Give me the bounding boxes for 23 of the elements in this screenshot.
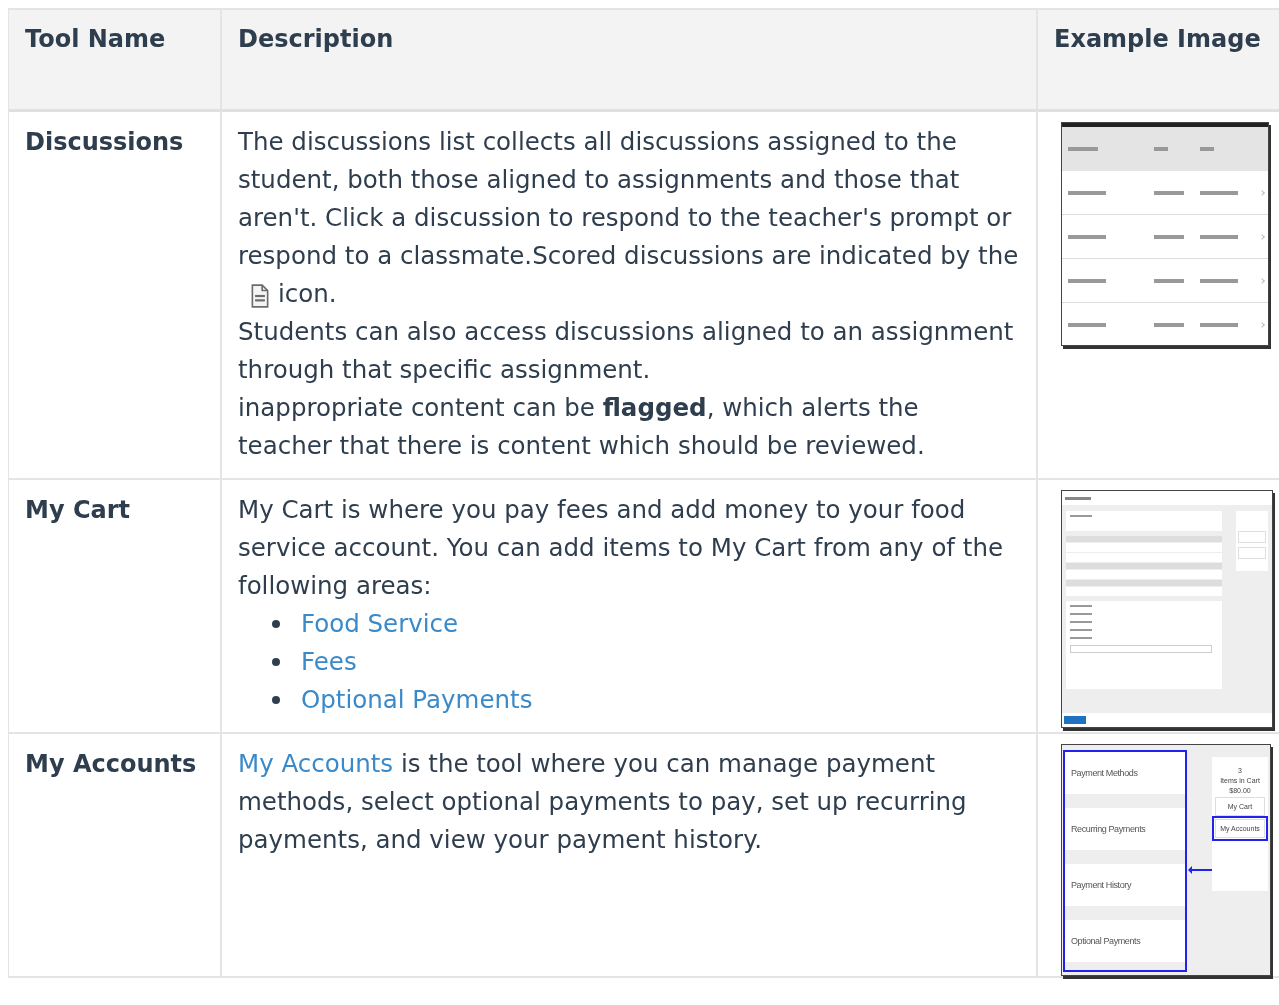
column-header: Tool Name xyxy=(25,25,166,53)
tool-name: My Accounts xyxy=(25,750,197,778)
document-icon xyxy=(250,284,270,308)
menu-item[interactable]: Payment History xyxy=(1065,864,1185,906)
bullet-icon xyxy=(272,658,280,666)
column-header: Description xyxy=(238,25,394,53)
column-header: Example Image xyxy=(1054,25,1261,53)
description-text: Students can also access discussions aligned to an assignment through that specific assignment. xyxy=(238,316,1015,386)
menu-item[interactable]: Optional Payments xyxy=(1065,920,1185,962)
tool-name: Discussions xyxy=(25,128,184,156)
area-link[interactable]: Fees xyxy=(301,643,357,681)
tool-link[interactable]: My Accounts xyxy=(238,749,394,778)
description-text: My Cart is where you pay fees and add money to your food service account. You can add items to My Cart from any of the following areas: xyxy=(238,494,1004,602)
tool-name: My Cart xyxy=(25,496,130,524)
bullet-icon xyxy=(272,620,280,628)
menu-item[interactable]: Payment Methods xyxy=(1065,752,1185,794)
description-text: inappropriate content can be flagged, which alerts the teacher that there is content which should be reviewed. xyxy=(238,392,926,462)
area-link[interactable]: Optional Payments xyxy=(301,681,533,719)
menu-item[interactable]: Recurring Payments xyxy=(1065,808,1185,850)
area-link[interactable]: Food Service xyxy=(301,605,459,643)
description-text: My Accounts is the tool where you can manage payment methods, select optional payments to pay, set up recurring payments, and view your payment history. xyxy=(238,748,968,856)
description-text: icon. xyxy=(278,279,337,308)
bullet-icon xyxy=(272,696,280,704)
